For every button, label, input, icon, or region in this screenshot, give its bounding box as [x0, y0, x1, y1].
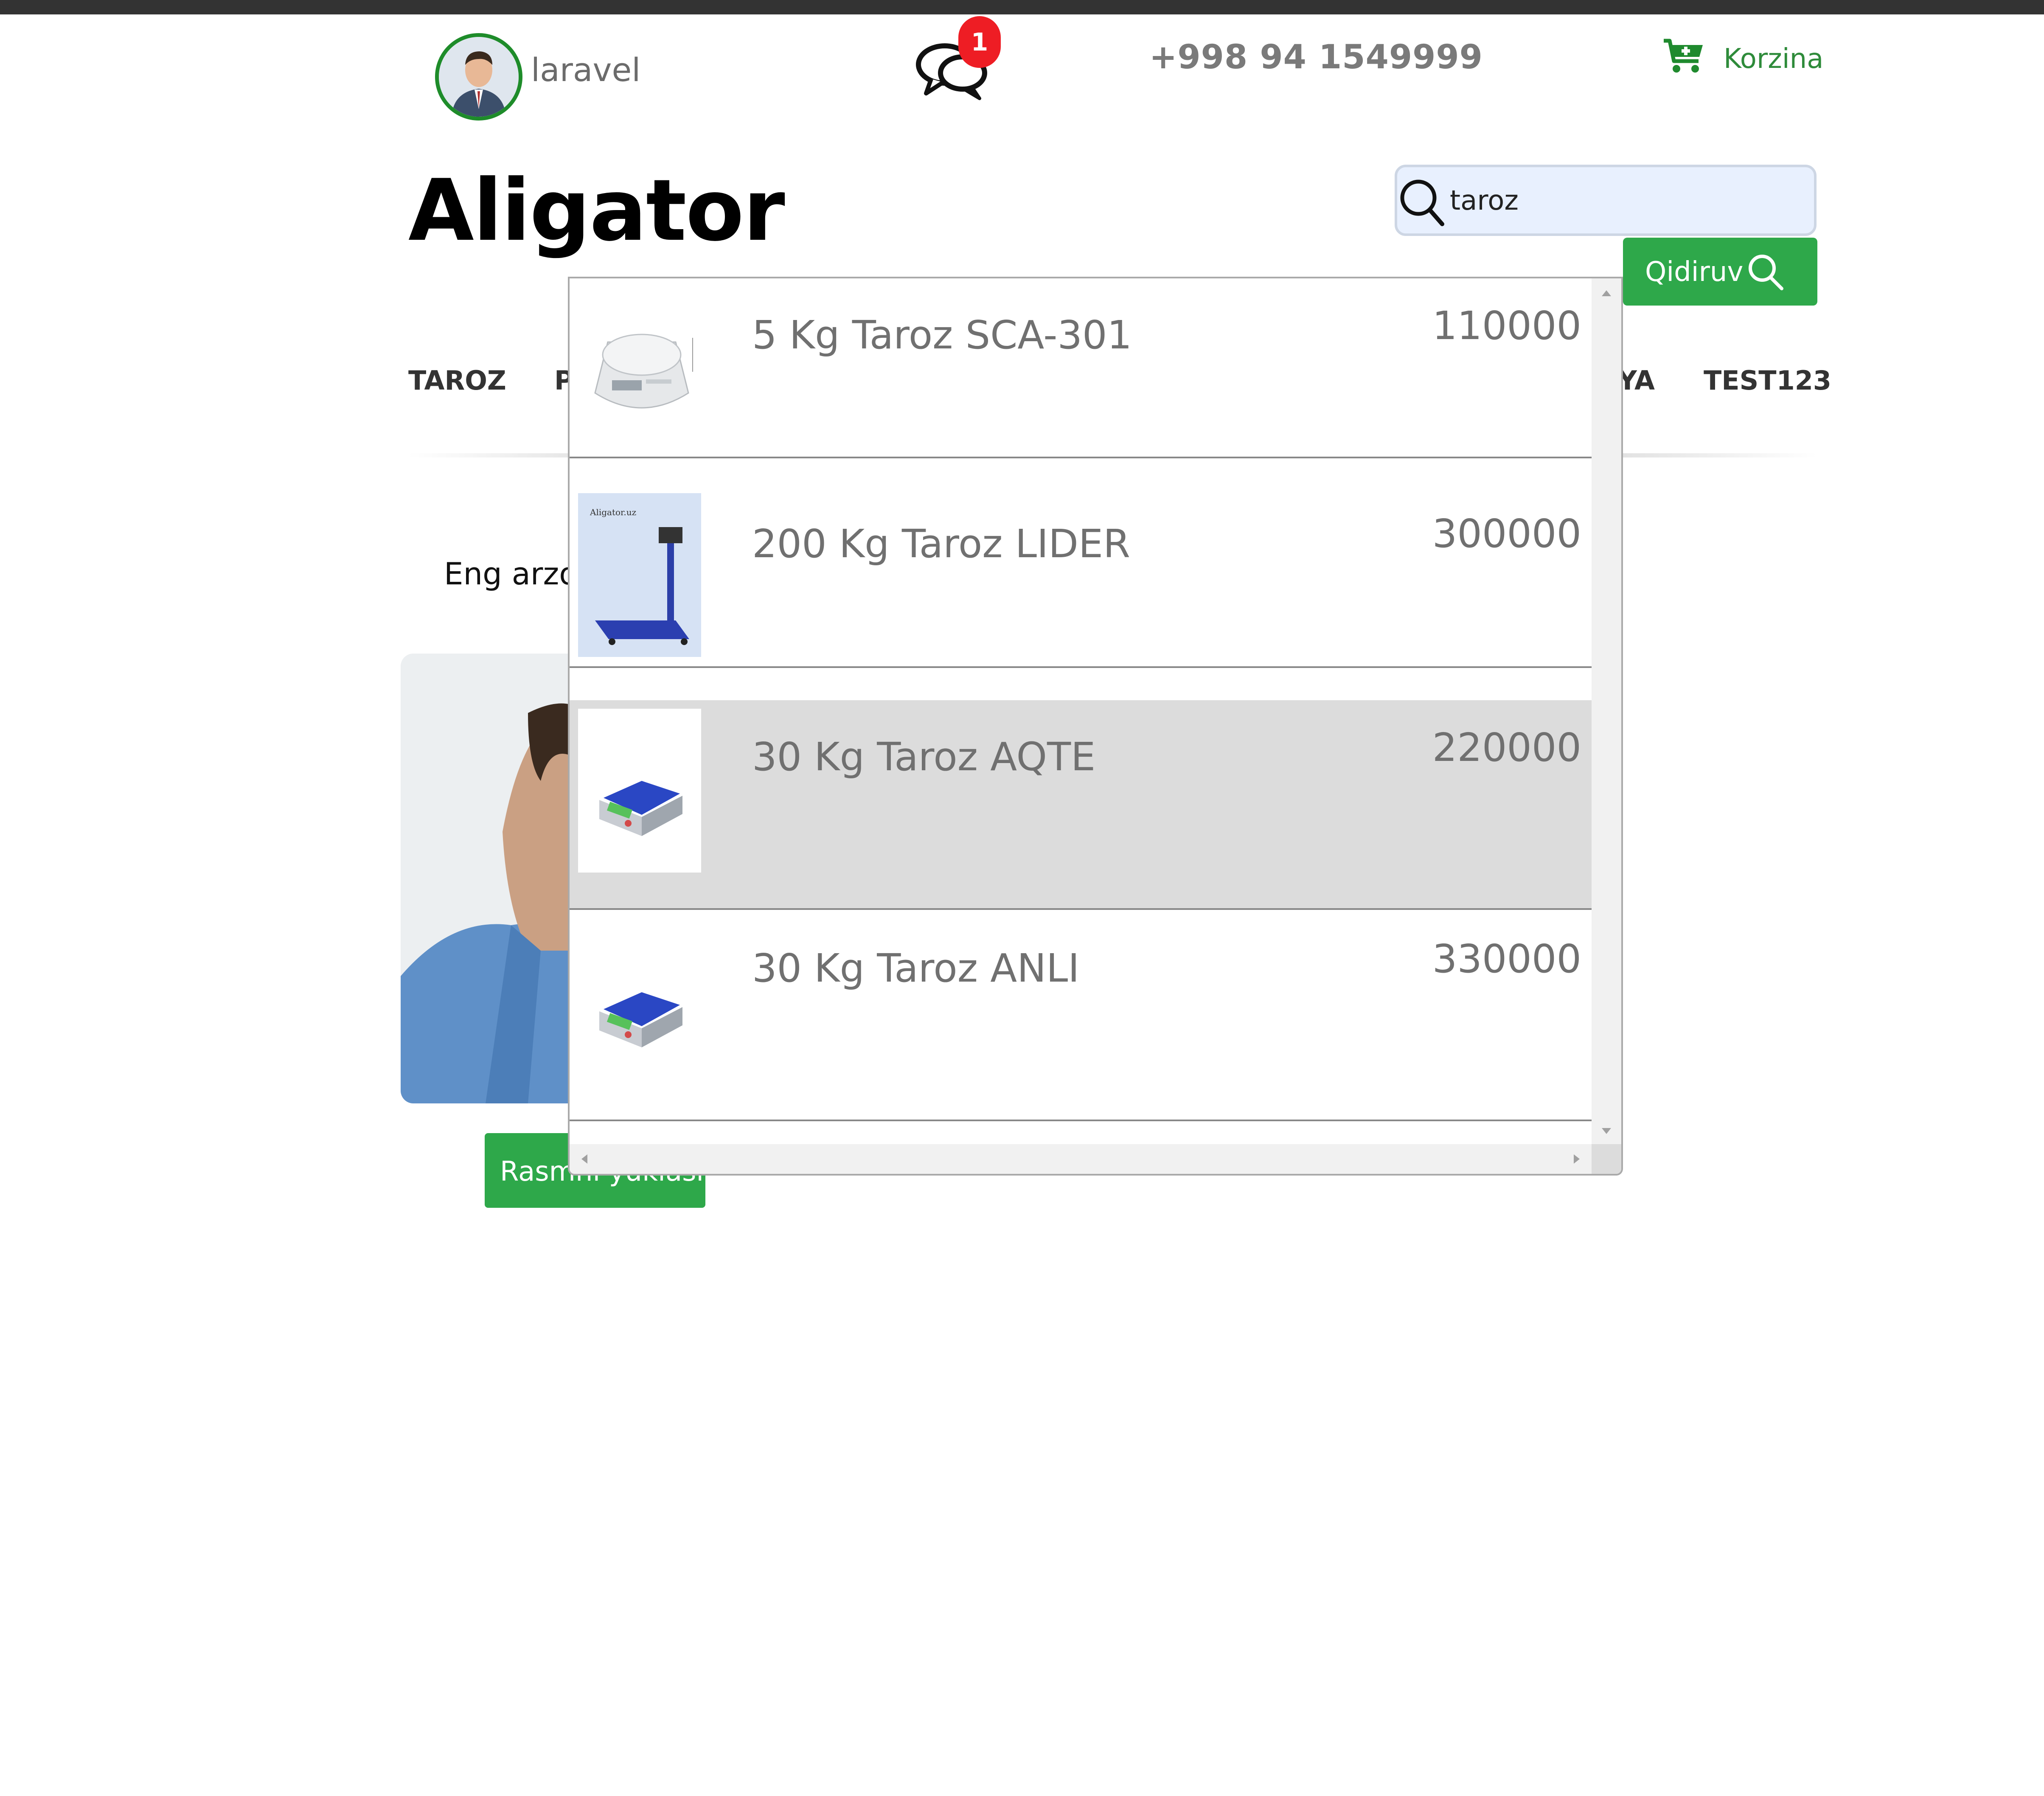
vertical-scrollbar[interactable] [1592, 278, 1621, 1146]
nav-item-ya[interactable]: YA [1618, 365, 1655, 396]
username[interactable]: laravel [531, 51, 640, 89]
search-input-value[interactable]: taroz [1450, 185, 1519, 216]
result-name[interactable]: 5 Kg Taroz SCA-301 [752, 312, 1132, 358]
message-count-badge: 1 [958, 16, 1001, 68]
promo-heading: Eng arzo [444, 556, 578, 592]
search-result-item[interactable]: 30 Kg Taroz ANLI 330000 [570, 912, 1592, 1121]
nav-item-taroz[interactable]: TAROZ [408, 365, 506, 396]
nav-item-test123[interactable]: TEST123 [1704, 365, 1831, 396]
thumbnail-caption: Aligator.uz [590, 507, 636, 517]
search-results-dropdown[interactable]: 5 Kg Taroz SCA-301 110000 Aligator.uz 20… [568, 277, 1623, 1176]
search-result-item[interactable]: 5 Kg Taroz SCA-301 110000 [570, 278, 1592, 458]
cart-link[interactable]: Korzina [1724, 43, 1823, 75]
product-thumbnail [578, 709, 701, 873]
search-button[interactable]: Qidiruv [1623, 238, 1817, 306]
scroll-up-arrow-icon[interactable] [1602, 290, 1611, 296]
scroll-down-arrow-icon[interactable] [1602, 1128, 1611, 1134]
product-thumbnail: Aligator.uz [578, 493, 701, 657]
horizontal-scrollbar[interactable] [570, 1144, 1592, 1174]
search-icon [1400, 180, 1444, 226]
result-price: 110000 [1432, 303, 1581, 348]
phone-number: +998 94 1549999 [1149, 38, 1483, 76]
result-name[interactable]: 30 Kg Taroz ANLI [752, 946, 1079, 991]
product-thumbnail [578, 295, 703, 442]
hero-image [401, 654, 570, 1103]
result-price: 330000 [1432, 936, 1581, 982]
search-button-label: Qidiruv [1645, 256, 1744, 288]
browser-top-bar [0, 0, 2044, 14]
scroll-left-arrow-icon[interactable] [581, 1154, 587, 1164]
scrollbar-corner [1592, 1144, 1621, 1174]
user-avatar[interactable] [435, 33, 522, 121]
search-result-item[interactable]: Aligator.uz 200 Kg Taroz LIDER 300000 [570, 458, 1592, 668]
scroll-right-arrow-icon[interactable] [1574, 1154, 1580, 1164]
cart-icon[interactable] [1663, 36, 1705, 75]
result-price: 220000 [1432, 725, 1581, 770]
result-name[interactable]: 200 Kg Taroz LIDER [752, 521, 1130, 567]
person-avatar-icon [439, 37, 519, 117]
result-name[interactable]: 30 Kg Taroz AQTE [752, 734, 1095, 780]
site-logo[interactable]: Aligator [408, 161, 785, 260]
result-price: 300000 [1432, 511, 1581, 556]
search-icon [1749, 255, 1783, 290]
search-result-item-highlighted[interactable]: 30 Kg Taroz AQTE 220000 [570, 700, 1592, 910]
product-thumbnail [578, 920, 701, 1084]
